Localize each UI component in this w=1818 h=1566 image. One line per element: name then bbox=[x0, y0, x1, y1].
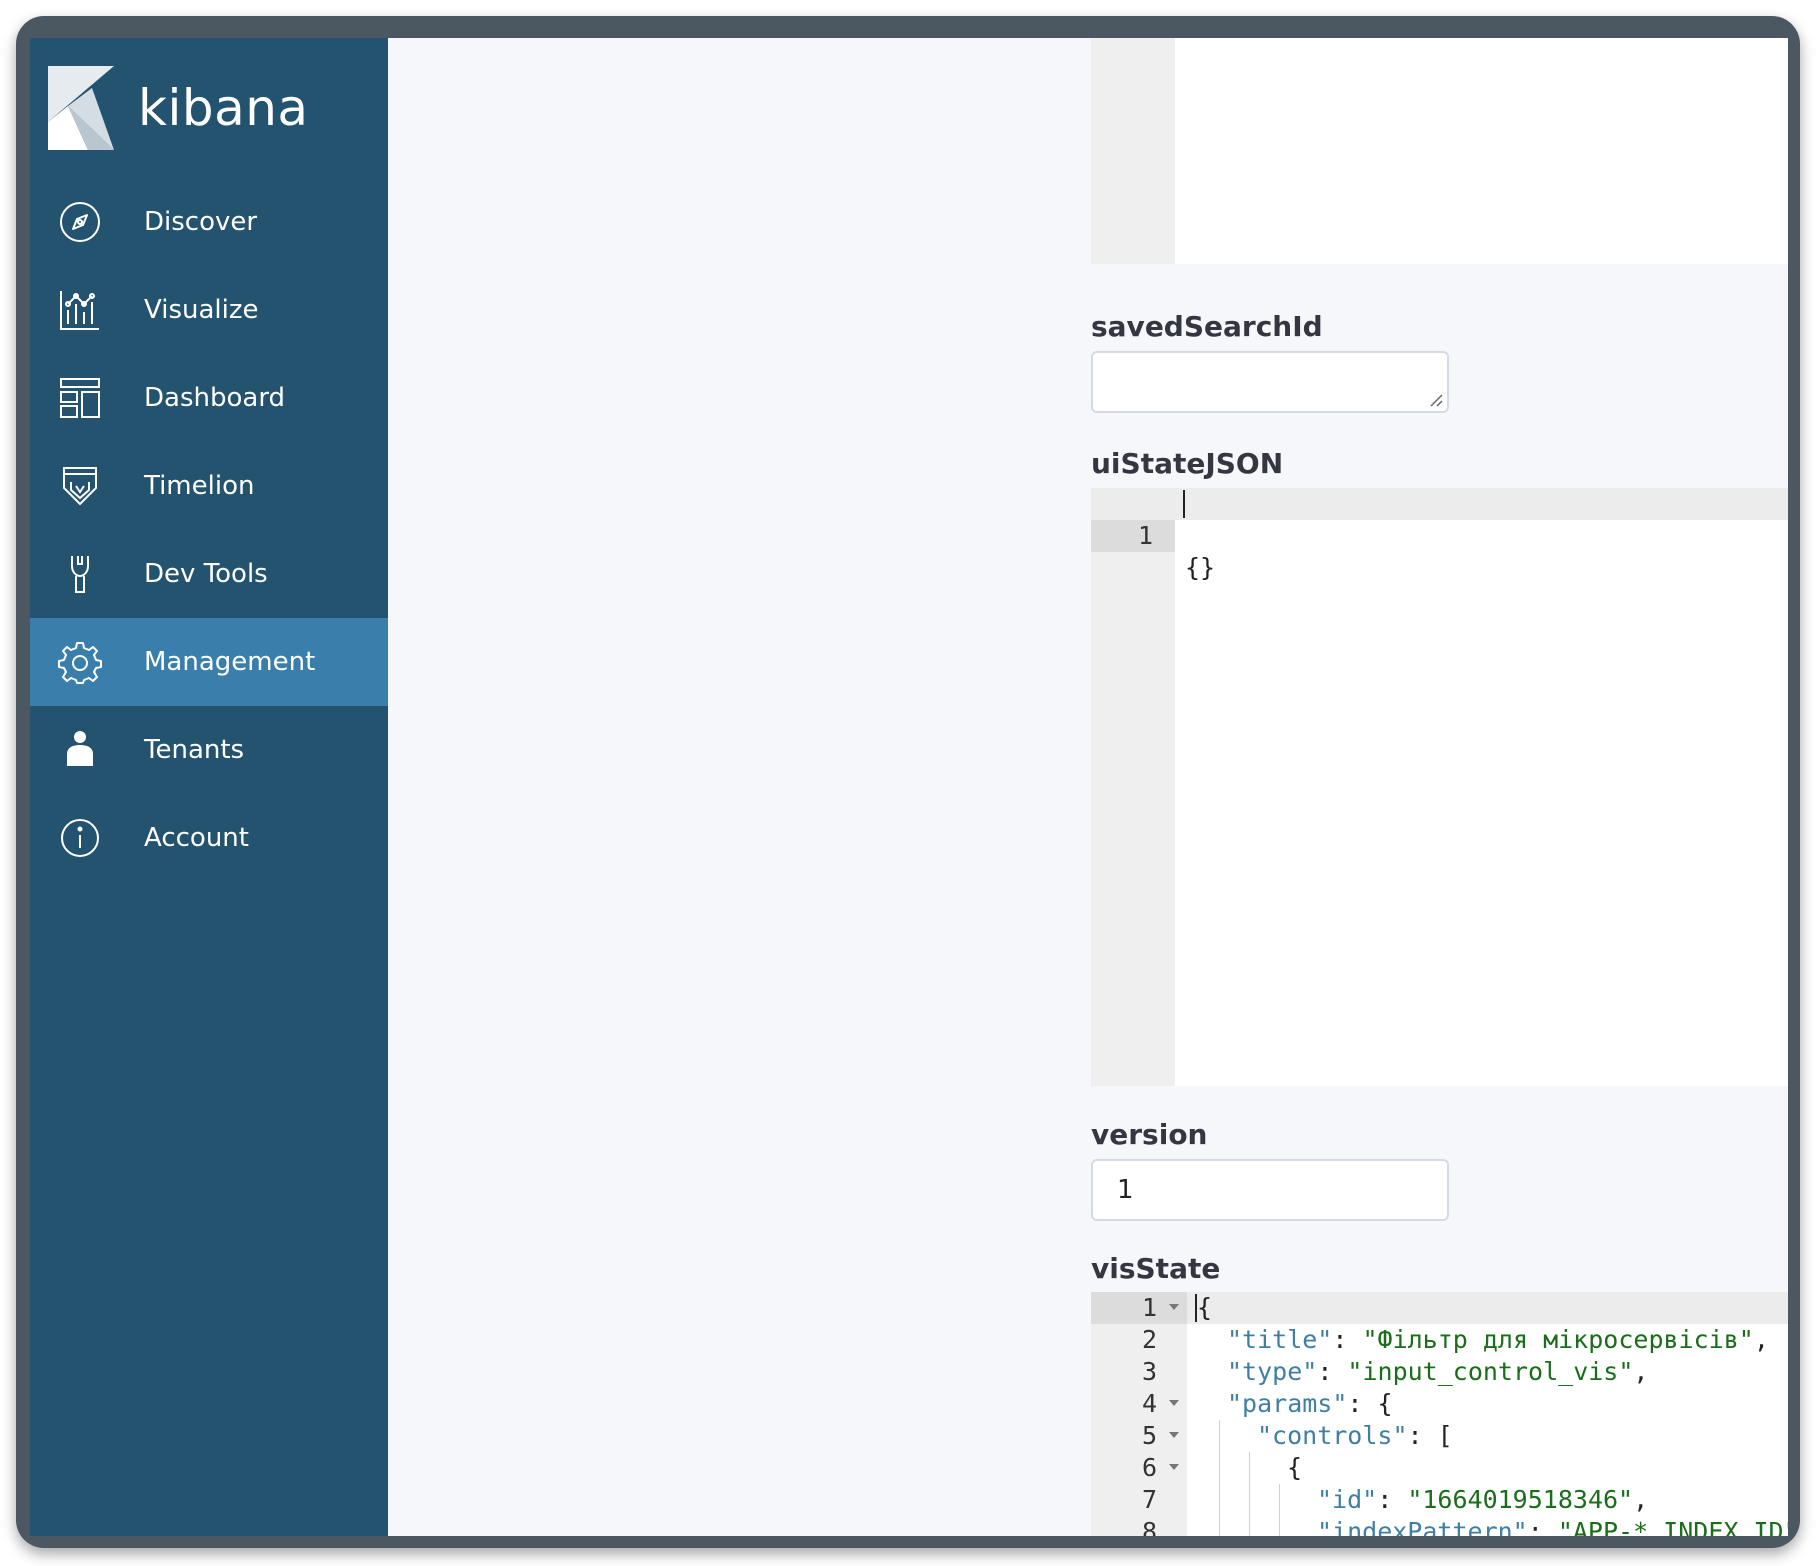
line-number: 1 bbox=[1091, 520, 1175, 552]
sidebar-item-dashboard[interactable]: Dashboard bbox=[30, 354, 388, 442]
json-punctuation: : bbox=[1332, 1325, 1363, 1354]
sidebar-item-label: Dashboard bbox=[144, 383, 286, 413]
code-text: { bbox=[1287, 1452, 1302, 1484]
code-line: 8 "indexPattern": "APP-*_INDEX_ID", bbox=[1091, 1516, 1788, 1536]
timelion-shield-icon bbox=[58, 464, 102, 508]
user-icon bbox=[58, 728, 102, 772]
code-line: 7 "id": "1664019518346", bbox=[1091, 1484, 1788, 1516]
field-label-version: version bbox=[1091, 1118, 1208, 1151]
dashboard-icon bbox=[58, 376, 102, 420]
field-label-visstate: visState bbox=[1091, 1252, 1221, 1285]
json-punctuation: , bbox=[1633, 1357, 1649, 1386]
json-string: "input_control_vis" bbox=[1347, 1357, 1634, 1386]
sidebar-item-visualize[interactable]: Visualize bbox=[30, 266, 388, 354]
json-punctuation: { bbox=[1197, 1293, 1213, 1322]
json-key: "title" bbox=[1227, 1325, 1333, 1354]
sidebar-item-label: Tenants bbox=[144, 735, 245, 765]
code-line: 1 {} bbox=[1091, 488, 1788, 582]
sidebar-item-label: Dev Tools bbox=[144, 559, 268, 589]
code-text: "params": { bbox=[1227, 1388, 1393, 1420]
json-string: "APP-*_INDEX_ID" bbox=[1557, 1517, 1788, 1536]
code-text: "indexPattern": "APP-*_INDEX_ID", bbox=[1317, 1516, 1788, 1536]
json-key: "type" bbox=[1227, 1357, 1318, 1386]
visstate-editor[interactable]: 1{2 "title": "Фільтр для мікросервісів", 3… bbox=[1091, 1292, 1788, 1536]
indent-guide bbox=[1279, 1484, 1280, 1536]
previous-field-editor[interactable] bbox=[1091, 38, 1788, 264]
code-line: 5 "controls": [ bbox=[1091, 1420, 1788, 1452]
brand[interactable]: kibana bbox=[48, 66, 309, 150]
line-number: 8 bbox=[1141, 1517, 1157, 1536]
code-text: "title": "Фільтр для мікросервісів", bbox=[1227, 1324, 1769, 1356]
sidebar-item-label: Visualize bbox=[144, 295, 259, 325]
fold-arrow-icon[interactable] bbox=[1169, 1432, 1179, 1438]
fold-arrow-icon[interactable] bbox=[1169, 1400, 1179, 1406]
main-content: savedSearchId uiStateJSON 1 {} version 1… bbox=[388, 38, 1788, 1536]
savedsearchid-textarea[interactable] bbox=[1091, 351, 1449, 413]
line-number: 2 bbox=[1141, 1325, 1157, 1354]
code-text: "controls": [ bbox=[1257, 1420, 1453, 1452]
fold-arrow-icon[interactable] bbox=[1169, 1464, 1179, 1470]
sidebar-item-label: Timelion bbox=[144, 471, 255, 501]
indent-guide bbox=[1249, 1452, 1250, 1536]
sidebar: kibana Discover Visualize Dashboard Time… bbox=[30, 38, 388, 1536]
code-line: 6{ bbox=[1091, 1452, 1788, 1484]
field-label-savedsearchid: savedSearchId bbox=[1091, 310, 1323, 343]
json-punctuation: : { bbox=[1347, 1389, 1393, 1418]
json-punctuation: : [ bbox=[1407, 1421, 1453, 1450]
json-key: "params" bbox=[1227, 1389, 1348, 1418]
code-text: "type": "input_control_vis", bbox=[1227, 1356, 1648, 1388]
json-key: "indexPattern" bbox=[1317, 1517, 1528, 1536]
field-label-uistatejson: uiStateJSON bbox=[1091, 447, 1284, 480]
code-text: { bbox=[1197, 1292, 1212, 1324]
wrench-icon bbox=[58, 552, 102, 596]
resize-grip-icon[interactable] bbox=[1429, 393, 1443, 407]
sidebar-item-tenants[interactable]: Tenants bbox=[30, 706, 388, 794]
sidebar-nav: Discover Visualize Dashboard Timelion De… bbox=[30, 178, 388, 882]
code-line: 4 "params": { bbox=[1091, 1388, 1788, 1420]
version-input[interactable]: 1 bbox=[1091, 1159, 1449, 1221]
editor-gutter bbox=[1091, 38, 1175, 264]
compass-icon bbox=[58, 200, 102, 244]
code-line: 2 "title": "Фільтр для мікросервісів", bbox=[1091, 1324, 1788, 1356]
app-screen: kibana Discover Visualize Dashboard Time… bbox=[30, 38, 1788, 1536]
line-number: 7 bbox=[1141, 1485, 1157, 1514]
code-line: 3 "type": "input_control_vis", bbox=[1091, 1356, 1788, 1388]
sidebar-item-label: Discover bbox=[144, 207, 258, 237]
window-frame: kibana Discover Visualize Dashboard Time… bbox=[16, 16, 1800, 1548]
uistatejson-editor[interactable]: 1 {} bbox=[1091, 488, 1788, 1086]
json-punctuation: { bbox=[1287, 1453, 1303, 1482]
json-punctuation: : bbox=[1527, 1517, 1558, 1536]
json-punctuation: , bbox=[1633, 1485, 1649, 1514]
visualize-chart-icon bbox=[58, 288, 102, 332]
sidebar-item-timelion[interactable]: Timelion bbox=[30, 442, 388, 530]
code-text: "id": "1664019518346", bbox=[1317, 1484, 1648, 1516]
sidebar-item-label: Management bbox=[144, 647, 316, 677]
json-string: "1664019518346" bbox=[1407, 1485, 1634, 1514]
json-punctuation: , bbox=[1753, 1325, 1769, 1354]
fold-arrow-icon[interactable] bbox=[1169, 1304, 1179, 1310]
json-punctuation: : bbox=[1317, 1357, 1348, 1386]
text-cursor bbox=[1195, 1294, 1197, 1322]
json-key: "controls" bbox=[1257, 1421, 1408, 1450]
sidebar-item-dev-tools[interactable]: Dev Tools bbox=[30, 530, 388, 618]
text-cursor bbox=[1183, 490, 1185, 518]
version-value: 1 bbox=[1117, 1175, 1134, 1205]
sidebar-item-management[interactable]: Management bbox=[30, 618, 388, 706]
indent-guide bbox=[1219, 1420, 1220, 1536]
json-key: "id" bbox=[1317, 1485, 1378, 1514]
json-string: "Фільтр для мікросервісів" bbox=[1362, 1325, 1754, 1354]
sidebar-item-discover[interactable]: Discover bbox=[30, 178, 388, 266]
sidebar-item-label: Account bbox=[144, 823, 249, 853]
json-punctuation: : bbox=[1377, 1485, 1408, 1514]
sidebar-item-account[interactable]: Account bbox=[30, 794, 388, 882]
kibana-logo-icon bbox=[48, 66, 114, 150]
line-number: 3 bbox=[1141, 1357, 1157, 1386]
gear-icon bbox=[58, 640, 102, 684]
info-icon bbox=[58, 816, 102, 860]
brand-name: kibana bbox=[138, 79, 309, 137]
code-text: {} bbox=[1185, 553, 1216, 582]
